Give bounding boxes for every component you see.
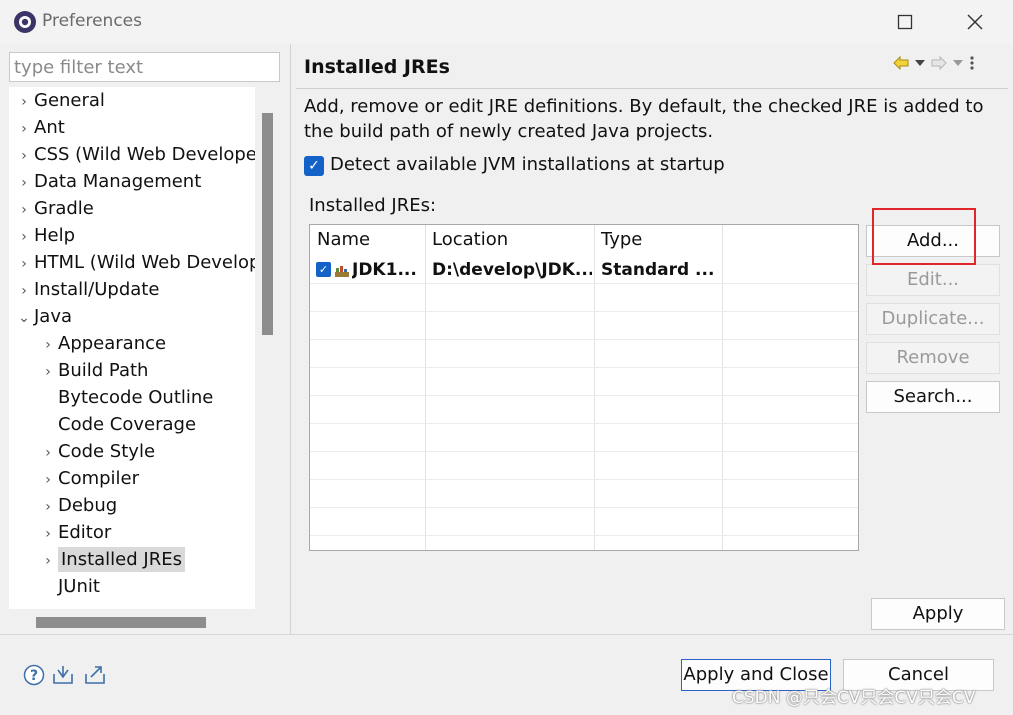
title-bar: Preferences xyxy=(0,0,1013,44)
column-divider xyxy=(425,225,426,550)
row-divider xyxy=(310,479,858,480)
chevron-right-icon[interactable]: › xyxy=(14,224,34,251)
sidebar-item-junit[interactable]: JUnit xyxy=(58,573,100,600)
row-divider xyxy=(310,507,858,508)
eclipse-app-icon xyxy=(14,11,36,33)
jre-location-cell[interactable]: D:\develop\JDK... xyxy=(432,258,592,282)
jre-row-checkbox[interactable]: ✓ xyxy=(316,262,331,277)
maximize-icon xyxy=(897,14,913,30)
footer-divider xyxy=(0,634,1013,635)
row-divider xyxy=(310,283,858,284)
jre-library-icon xyxy=(335,266,349,277)
back-dropdown-icon[interactable] xyxy=(915,59,925,67)
sidebar-item-code-style[interactable]: › Code Style xyxy=(38,438,155,465)
sidebar-item-install-update[interactable]: › Install/Update xyxy=(14,276,159,303)
maximize-button[interactable] xyxy=(875,0,935,44)
chevron-right-icon[interactable]: › xyxy=(14,170,34,197)
duplicate-button[interactable]: Duplicate... xyxy=(866,303,1000,335)
edit-button[interactable]: Edit... xyxy=(866,264,1000,296)
jre-type-cell[interactable]: Standard ... xyxy=(601,258,721,282)
sidebar-vertical-scroll-thumb[interactable] xyxy=(262,113,273,335)
chevron-right-icon[interactable]: › xyxy=(38,467,58,494)
chevron-right-icon[interactable]: › xyxy=(38,521,58,548)
chevron-right-icon[interactable]: › xyxy=(38,494,58,521)
row-divider xyxy=(310,339,858,340)
sidebar-item-gradle[interactable]: › Gradle xyxy=(14,195,94,222)
sidebar-item-data-management[interactable]: › Data Management xyxy=(14,168,201,195)
column-header-type[interactable]: Type xyxy=(594,225,642,255)
sidebar-item-installed-jres[interactable]: › Installed JREs xyxy=(38,546,185,573)
preferences-tree[interactable]: › General › Ant › CSS (Wild Web Developer) … xyxy=(9,87,255,609)
forward-dropdown-icon[interactable] xyxy=(953,59,963,67)
chevron-right-icon[interactable]: › xyxy=(14,278,34,305)
page-description: Add, remove or edit JRE definitions. By … xyxy=(304,96,984,142)
forward-arrow-icon[interactable] xyxy=(931,56,947,70)
chevron-right-icon[interactable]: › xyxy=(38,332,58,359)
sidebar-item-html[interactable]: ›HTML (Wild Web Developer) xyxy=(14,249,255,276)
sidebar-item-build-path[interactable]: › Build Path xyxy=(38,357,148,384)
annotation-highlight-box xyxy=(872,208,976,265)
minimize-icon xyxy=(839,21,851,23)
import-icon[interactable] xyxy=(52,664,74,686)
sidebar-item-appearance[interactable]: › Appearance xyxy=(38,330,166,357)
sidebar-item-css[interactable]: › CSS (Wild Web Developer) xyxy=(14,141,255,168)
sidebar-item-debug[interactable]: › Debug xyxy=(38,492,117,519)
export-icon[interactable] xyxy=(84,664,106,686)
sidebar-item-compiler[interactable]: › Compiler xyxy=(38,465,139,492)
chevron-right-icon[interactable]: › xyxy=(14,197,34,224)
minimize-button[interactable] xyxy=(815,0,875,44)
chevron-right-icon[interactable]: › xyxy=(14,251,34,278)
chevron-right-icon[interactable]: › xyxy=(38,548,58,575)
sidebar-item-editor[interactable]: › Editor xyxy=(38,519,111,546)
apply-button[interactable]: Apply xyxy=(871,598,1005,630)
chevron-right-icon[interactable]: › xyxy=(14,89,34,116)
sidebar-item-ant[interactable]: › Ant xyxy=(14,114,65,141)
remove-button[interactable]: Remove xyxy=(866,342,1000,374)
sidebar-item-code-coverage[interactable]: Code Coverage xyxy=(58,411,196,438)
detect-jvm-label[interactable]: Detect available JVM installations at st… xyxy=(330,154,725,175)
row-divider xyxy=(310,451,858,452)
help-icon[interactable]: ? xyxy=(23,664,45,686)
row-divider xyxy=(310,311,858,312)
view-menu-icon[interactable] xyxy=(969,55,975,71)
chevron-right-icon[interactable]: › xyxy=(14,143,34,170)
column-divider xyxy=(722,225,723,550)
close-icon xyxy=(967,14,983,30)
page-nav-controls xyxy=(893,54,975,72)
column-header-location[interactable]: Location xyxy=(425,225,508,255)
svg-text:?: ? xyxy=(30,668,38,684)
sidebar-item-help[interactable]: › Help xyxy=(14,222,75,249)
column-divider xyxy=(594,225,595,550)
sidebar-horizontal-scroll-thumb[interactable] xyxy=(36,617,206,628)
detect-jvm-checkbox[interactable]: ✓ xyxy=(304,156,324,176)
csdn-watermark: CSDN @只会CV只会CV只会CV xyxy=(732,688,976,708)
jre-name-cell[interactable]: JDK1... xyxy=(352,258,422,282)
close-button[interactable] xyxy=(945,0,1005,44)
sidebar-item-java[interactable]: ⌄ Java xyxy=(14,303,72,330)
row-divider xyxy=(310,367,858,368)
chevron-right-icon[interactable]: › xyxy=(38,440,58,467)
window-title: Preferences xyxy=(42,11,142,31)
chevron-right-icon[interactable]: › xyxy=(38,359,58,386)
filter-input[interactable] xyxy=(9,52,280,82)
page-title: Installed JREs xyxy=(304,56,450,78)
row-divider xyxy=(310,535,858,536)
back-arrow-icon[interactable] xyxy=(893,56,909,70)
chevron-right-icon[interactable]: › xyxy=(14,116,34,143)
row-divider xyxy=(310,423,858,424)
column-header-name[interactable]: Name xyxy=(310,225,370,255)
row-divider xyxy=(310,395,858,396)
search-button[interactable]: Search... xyxy=(866,381,1000,413)
jre-table[interactable]: Name Location Type ✓ JDK1... D:\develop\… xyxy=(309,224,859,551)
title-divider xyxy=(296,88,1008,89)
sidebar-item-general[interactable]: › General xyxy=(14,87,105,114)
installed-jres-label: Installed JREs: xyxy=(309,195,437,216)
chevron-down-icon[interactable]: ⌄ xyxy=(14,305,34,332)
sidebar-item-bytecode-outline[interactable]: Bytecode Outline xyxy=(58,384,213,411)
